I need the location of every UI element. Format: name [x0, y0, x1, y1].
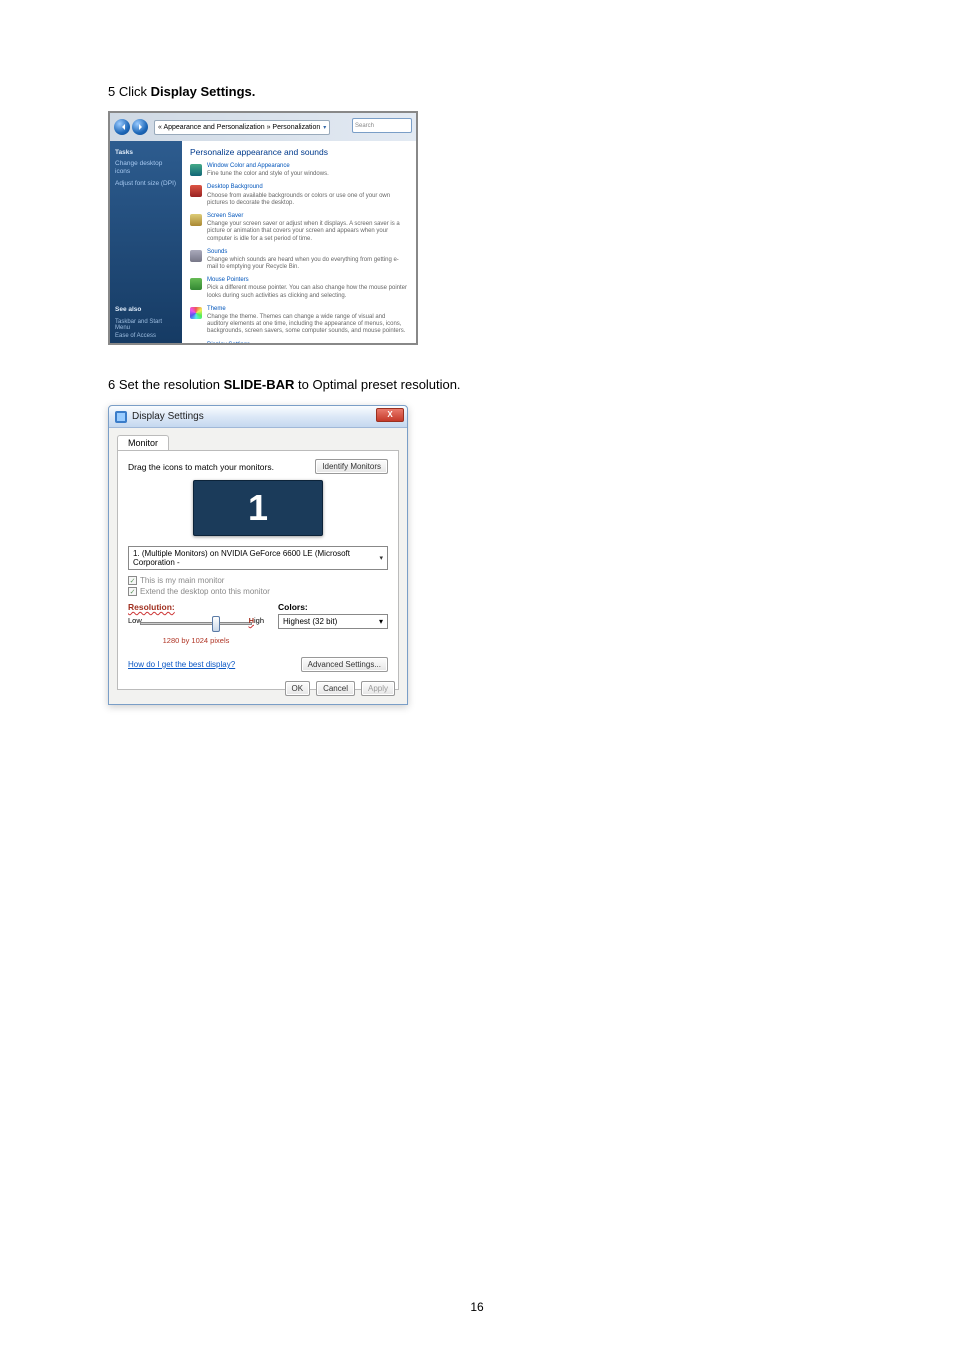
checkbox-extend-label: Extend the desktop onto this monitor — [140, 587, 270, 596]
close-button[interactable]: X — [376, 408, 404, 422]
step-6-pre: Set the resolution — [115, 377, 223, 392]
link-display-settings[interactable]: Display Settings — [207, 342, 408, 345]
monitor-panel: Drag the icons to match your monitors. I… — [117, 450, 399, 690]
desc-screensaver: Change your screen saver or adjust when … — [207, 221, 400, 241]
forward-button[interactable] — [132, 119, 148, 135]
step-5-text: 5 Click Display Settings. — [108, 84, 846, 99]
checkbox-main-monitor-row: ✓ This is my main monitor — [128, 576, 388, 585]
chevron-down-icon: ▾ — [323, 124, 326, 131]
main-panel: Personalize appearance and sounds Window… — [182, 141, 416, 345]
desc-sounds: Change which sounds are heard when you d… — [207, 257, 399, 270]
main-heading: Personalize appearance and sounds — [190, 147, 408, 157]
item-display-settings: Display SettingsAdjust your monitor reso… — [190, 342, 408, 345]
identify-monitors-button[interactable]: Identify Monitors — [315, 459, 388, 474]
link-mouse[interactable]: Mouse Pointers — [207, 277, 408, 284]
sidebar-link-desktop-icons[interactable]: Change desktop icons — [115, 160, 177, 176]
item-theme: ThemeChange the theme. Themes can change… — [190, 306, 408, 336]
sidebar-seealso-heading: See also — [115, 306, 177, 313]
page-number: 16 — [470, 1300, 483, 1314]
cancel-button[interactable]: Cancel — [316, 681, 355, 696]
drag-instruction: Drag the icons to match your monitors. — [128, 462, 274, 472]
mouse-icon — [190, 278, 202, 290]
apply-button: Apply — [361, 681, 395, 696]
step-6-period: . — [457, 377, 460, 392]
display-icon — [115, 411, 127, 423]
desc-mouse: Pick a different mouse pointer. You can … — [207, 285, 407, 298]
back-button[interactable] — [114, 119, 130, 135]
search-input[interactable]: Search — [352, 118, 412, 133]
help-link[interactable]: How do I get the best display? — [128, 660, 235, 669]
checkbox-extend-row: ✓ Extend the desktop onto this monitor — [128, 587, 388, 596]
item-window-color: Window Color and AppearanceFine tune the… — [190, 163, 408, 178]
colors-dropdown[interactable]: Highest (32 bit) ▾ — [278, 614, 388, 629]
sidebar-tasks-heading: Tasks — [115, 149, 177, 156]
resolution-label: Resolution: — [128, 602, 264, 612]
address-bar[interactable]: « Appearance and Personalization » Perso… — [154, 120, 330, 135]
link-window-color[interactable]: Window Color and Appearance — [207, 163, 329, 170]
sounds-icon — [190, 250, 202, 262]
display-settings-icon — [190, 343, 202, 345]
theme-icon — [190, 307, 202, 319]
slider-high-label: High — [249, 616, 264, 625]
tab-monitor[interactable]: Monitor — [117, 435, 169, 450]
screenshot-personalization: Control Panel « Appearance and Personali… — [108, 111, 418, 345]
breadcrumb: « Appearance and Personalization » Perso… — [158, 124, 320, 131]
ok-button[interactable]: OK — [285, 681, 311, 696]
item-desktop-bg: Desktop Background Choose from available … — [190, 184, 408, 207]
screensaver-icon — [190, 214, 202, 226]
item-screensaver: Screen SaverChange your screen saver or … — [190, 213, 408, 243]
item-sounds: SoundsChange which sounds are heard when… — [190, 249, 408, 272]
item-mouse: Mouse PointersPick a different mouse poi… — [190, 277, 408, 300]
colors-dropdown-value: Highest (32 bit) — [283, 617, 337, 626]
desc-theme: Change the theme. Themes can change a wi… — [207, 314, 405, 334]
window-color-icon — [190, 164, 202, 176]
chevron-down-icon: ▾ — [379, 617, 383, 626]
screenshot-display-settings: Display Settings X Monitor Drag the icon… — [108, 405, 408, 705]
desktop-bg-icon — [190, 185, 202, 197]
explorer-toolbar: « Appearance and Personalization » Perso… — [110, 113, 416, 141]
monitor-preview[interactable]: 1 — [193, 480, 323, 536]
resolution-value: 1280 by 1024 pixels — [128, 636, 264, 645]
step-5-bold: Display Settings. — [151, 84, 256, 99]
checkbox-main-monitor: ✓ — [128, 576, 137, 585]
monitor-dropdown-value: 1. (Multiple Monitors) on NVIDIA GeForce… — [133, 549, 379, 567]
checkbox-extend: ✓ — [128, 587, 137, 596]
desc-window-color: Fine tune the color and style of your wi… — [207, 171, 329, 177]
dialog-titlebar: Display Settings X — [109, 406, 407, 428]
step-5-pre: Click — [115, 84, 150, 99]
advanced-settings-button[interactable]: Advanced Settings... — [301, 657, 388, 672]
sidebar: Tasks Change desktop icons Adjust font s… — [110, 141, 182, 345]
link-theme[interactable]: Theme — [207, 306, 408, 313]
sidebar-taskbar-link[interactable]: Taskbar and Start Menu — [115, 319, 177, 331]
step-6-post: to Optimal preset resolution — [294, 377, 457, 392]
dialog-title: Display Settings — [132, 411, 204, 422]
monitor-dropdown[interactable]: 1. (Multiple Monitors) on NVIDIA GeForce… — [128, 546, 388, 570]
sidebar-ease-link[interactable]: Ease of Access — [115, 333, 177, 339]
step-6-bold: SLIDE-BAR — [224, 377, 295, 392]
link-sounds[interactable]: Sounds — [207, 249, 408, 256]
search-placeholder: Search — [355, 123, 374, 129]
colors-label: Colors: — [278, 602, 388, 612]
chevron-down-icon: ▾ — [379, 554, 383, 562]
link-screensaver[interactable]: Screen Saver — [207, 213, 408, 220]
link-desktop-bg[interactable]: Desktop Background — [207, 184, 408, 191]
checkbox-main-monitor-label: This is my main monitor — [140, 576, 224, 585]
step-6-text: 6 Set the resolution SLIDE-BAR to Optima… — [108, 377, 846, 393]
resolution-slider[interactable]: Low High — [128, 614, 264, 634]
desc-desktop-bg: Choose from available backgrounds or col… — [207, 193, 390, 206]
sidebar-link-adjust-font[interactable]: Adjust font size (DPI) — [115, 180, 177, 188]
